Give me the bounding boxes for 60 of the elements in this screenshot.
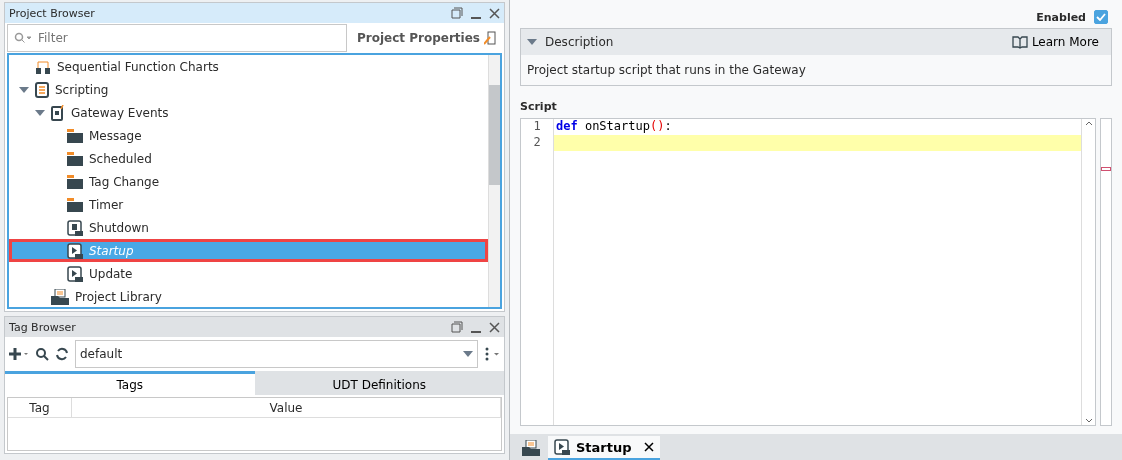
tab[interactable]: Tags <box>5 371 255 395</box>
play-icon <box>67 265 83 282</box>
restore-icon[interactable] <box>451 321 463 333</box>
more-icon[interactable] <box>484 347 500 361</box>
folder-icon <box>67 197 83 212</box>
tree-item[interactable]: Timer <box>9 193 488 216</box>
caret-icon[interactable] <box>463 351 473 357</box>
scroll-down-icon[interactable] <box>1084 417 1093 425</box>
project-properties-button[interactable]: Project Properties <box>351 30 502 46</box>
folder-icon <box>67 128 83 143</box>
folder-icon <box>67 151 83 166</box>
pin-icon <box>484 31 496 45</box>
tree-item[interactable]: Message <box>9 124 488 147</box>
folder-icon <box>67 174 83 189</box>
learn-more-button[interactable]: Learn More <box>1005 34 1105 50</box>
tree-item[interactable]: Sequential Function Charts <box>9 55 488 78</box>
refresh-icon[interactable] <box>55 347 69 361</box>
code-line: def onStartup(): <box>555 119 673 135</box>
description-title: Description <box>545 35 614 49</box>
tab[interactable]: UDT Definitions <box>254 371 504 395</box>
enabled-label: Enabled <box>1036 10 1086 24</box>
column-header[interactable]: Tag <box>8 398 72 417</box>
tree-item[interactable]: Scheduled <box>9 147 488 170</box>
enabled-checkbox[interactable] <box>1094 10 1108 24</box>
play-icon <box>554 439 570 455</box>
column-header[interactable]: Value <box>72 398 501 417</box>
scroll-up-icon[interactable] <box>1084 119 1093 127</box>
script-label: Script <box>519 99 558 115</box>
scrollbar[interactable] <box>488 55 500 307</box>
line-number: 1 <box>532 119 542 135</box>
book-icon <box>1011 35 1028 49</box>
restore-icon[interactable] <box>451 7 463 19</box>
tree-item[interactable]: Tag Change <box>9 170 488 193</box>
filter-field[interactable]: Filter <box>7 24 347 52</box>
provider-dropdown[interactable]: default <box>75 340 478 368</box>
tree-item[interactable]: Scripting <box>9 78 488 101</box>
close-icon[interactable] <box>643 442 654 452</box>
search-icon <box>14 32 32 44</box>
panel-title: Tag Browser <box>9 320 77 334</box>
add-icon[interactable] <box>9 348 29 360</box>
search-icon[interactable] <box>35 347 49 361</box>
tree-item[interactable]: Shutdown <box>9 216 488 239</box>
caret-icon[interactable] <box>35 109 45 116</box>
panel-title: Project Browser <box>9 6 96 20</box>
document-tab[interactable]: Startup <box>548 436 660 460</box>
caret-icon[interactable] <box>527 39 537 45</box>
document-icon <box>51 104 65 121</box>
chart-icon <box>35 58 51 75</box>
document-icon <box>35 81 49 98</box>
play-icon <box>67 242 83 259</box>
tree-item[interactable]: Gateway Events <box>9 101 488 124</box>
tree-item[interactable]: Project Library <box>9 285 488 307</box>
line-number: 2 <box>532 135 542 151</box>
tree-item[interactable]: Update <box>9 262 488 285</box>
library-icon <box>51 288 69 305</box>
stop-icon <box>67 219 83 236</box>
code-editor[interactable]: 1 2 def onStartup(): <box>520 118 1096 426</box>
caret-icon[interactable] <box>19 86 29 93</box>
close-icon[interactable] <box>489 7 500 19</box>
scrollbar[interactable] <box>1081 119 1095 425</box>
